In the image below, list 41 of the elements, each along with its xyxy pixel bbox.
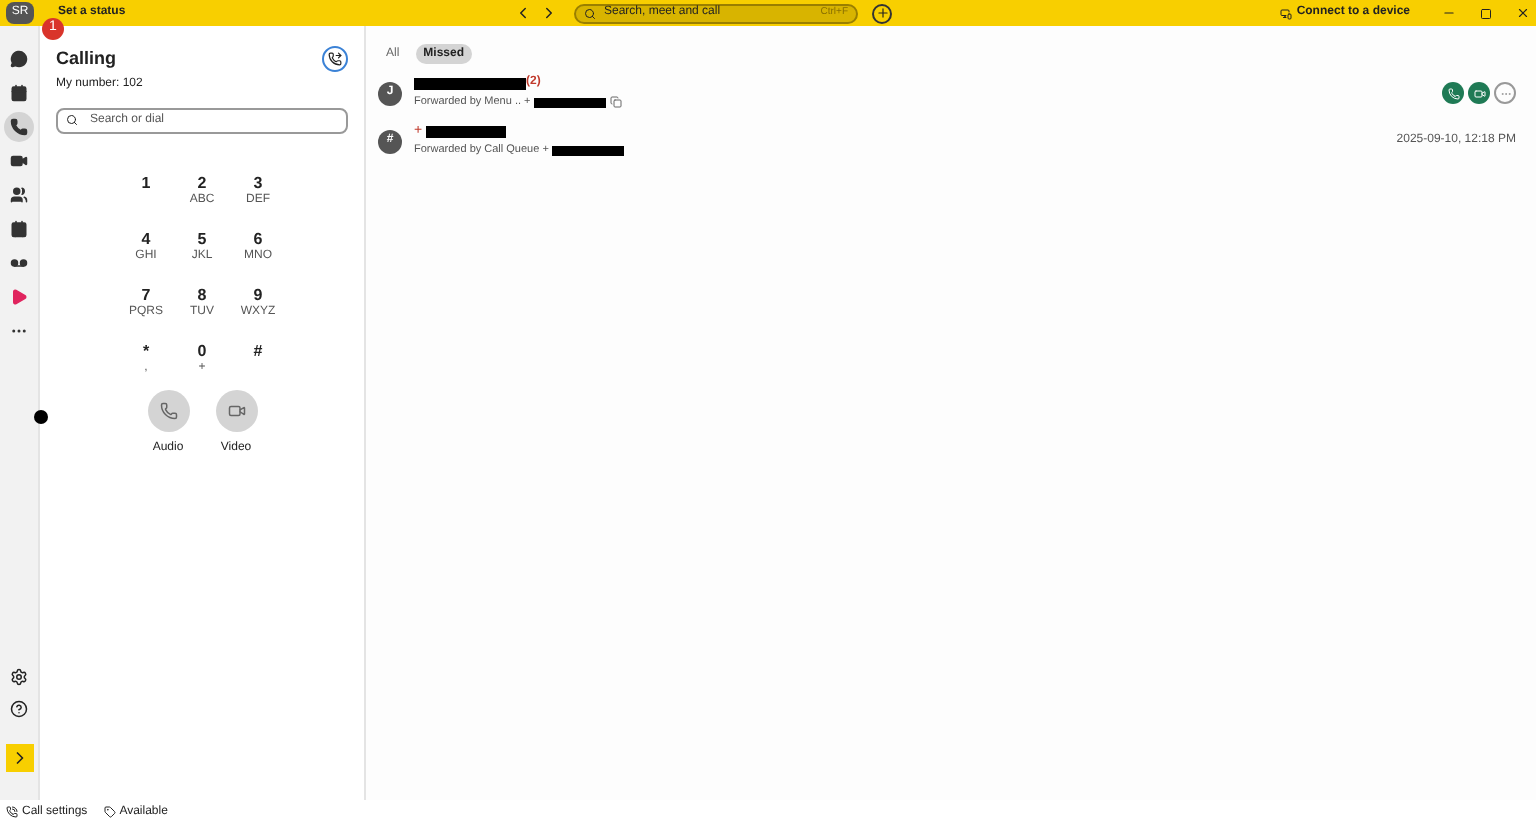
dial-key[interactable]: 1 xyxy=(118,175,174,213)
video-call-button[interactable] xyxy=(215,389,257,431)
phone-icon xyxy=(6,806,18,818)
dial-key[interactable]: # xyxy=(230,343,286,381)
add-button[interactable] xyxy=(872,3,892,23)
redaction-bar xyxy=(426,125,507,138)
close-icon[interactable] xyxy=(1516,6,1530,20)
voicemail-icon xyxy=(10,254,28,272)
audio-call-button[interactable] xyxy=(147,389,189,431)
minimize-icon[interactable] xyxy=(1442,6,1456,20)
phone-icon xyxy=(159,401,177,419)
camera-icon xyxy=(1473,87,1485,99)
audio-call-button[interactable] xyxy=(1442,82,1464,104)
more-button[interactable] xyxy=(1494,82,1516,104)
redaction-bar xyxy=(414,77,526,90)
search-icon xyxy=(66,114,78,126)
chat-icon xyxy=(10,50,28,68)
help-icon[interactable] xyxy=(10,700,28,718)
settings-icon[interactable] xyxy=(10,668,28,686)
meeting-icon xyxy=(10,152,28,170)
redaction-bar xyxy=(552,145,625,155)
phone-icon xyxy=(1447,87,1459,99)
call-forward-button[interactable] xyxy=(322,46,348,73)
phone-arrow-icon xyxy=(328,52,342,67)
copy-icon[interactable] xyxy=(610,96,623,108)
video-call-button[interactable] xyxy=(1468,82,1490,104)
forward-icon[interactable] xyxy=(540,4,558,22)
panel-title: Calling xyxy=(56,46,117,72)
calendar-icon xyxy=(10,84,28,102)
tag-icon xyxy=(103,806,116,818)
expand-button[interactable] xyxy=(5,744,33,772)
collapse-handle[interactable] xyxy=(34,410,48,424)
phone-icon xyxy=(10,118,28,136)
device-icon xyxy=(1280,7,1293,19)
search-icon xyxy=(584,7,596,19)
back-icon[interactable] xyxy=(514,4,532,22)
nav-item[interactable] xyxy=(4,112,34,142)
redaction-bar xyxy=(534,97,607,107)
camera-icon xyxy=(227,401,245,419)
restore-icon[interactable] xyxy=(1480,7,1492,19)
team-icon xyxy=(10,186,28,204)
